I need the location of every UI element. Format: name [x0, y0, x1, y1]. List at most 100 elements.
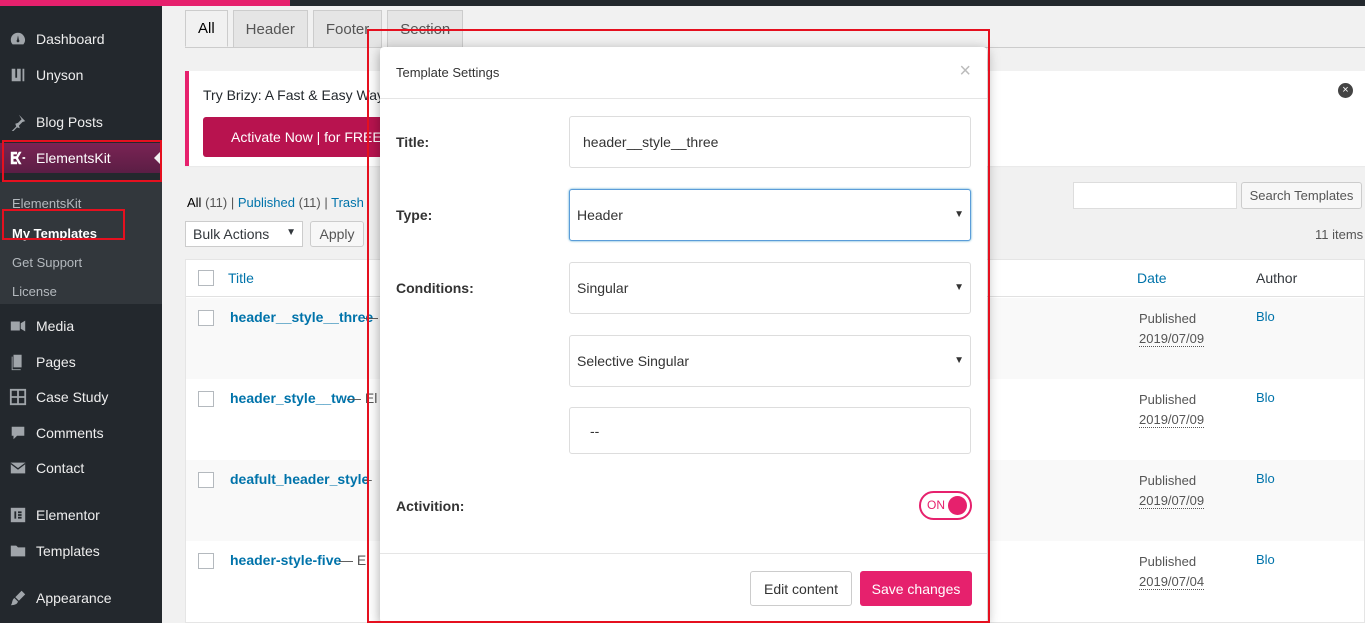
comment-icon [9, 424, 27, 442]
sidebar-item-media[interactable]: Media [0, 311, 162, 341]
sidebar-item-label: Appearance [36, 590, 112, 606]
column-date[interactable]: Date [1137, 270, 1167, 286]
singular-select[interactable]: Selective Singular ▼ [569, 335, 971, 387]
tab-header[interactable]: Header [232, 10, 308, 47]
row-date: 2019/07/04 [1139, 574, 1205, 590]
chevron-down-icon: ▼ [954, 282, 964, 293]
admin-top-bar [0, 0, 1365, 6]
sidebar-item-elementor[interactable]: Elementor [0, 500, 162, 530]
close-icon[interactable]: × [959, 61, 971, 81]
folder-icon [9, 542, 27, 560]
admin-sidebar: Dashboard Unyson Blog Posts ElementsKit … [0, 6, 162, 623]
row-author[interactable]: Blo [1256, 390, 1275, 405]
media-icon [9, 317, 27, 335]
submenu-item-elementskit[interactable]: ElementsKit [12, 196, 81, 211]
row-checkbox[interactable] [198, 310, 214, 326]
row-status: Published 2019/07/09 [1139, 390, 1205, 430]
chevron-down-icon: ▼ [954, 209, 964, 220]
sidebar-item-comments[interactable]: Comments [0, 418, 162, 448]
sidebar-item-dashboard[interactable]: Dashboard [0, 24, 162, 54]
sidebar-item-templates[interactable]: Templates [0, 536, 162, 566]
pages-icon [9, 353, 27, 371]
sidebar-item-unyson[interactable]: Unyson [0, 60, 162, 90]
sidebar-item-contact[interactable]: Contact [0, 453, 162, 483]
filter-published[interactable]: Published [238, 195, 295, 210]
row-status: Published 2019/07/04 [1139, 552, 1205, 592]
conditions-label: Conditions: [396, 280, 474, 296]
row-status: Published 2019/07/09 [1139, 309, 1205, 349]
sidebar-item-label: Templates [36, 543, 100, 559]
activation-label: Activition: [396, 498, 465, 514]
activate-now-button[interactable]: Activate Now | for FREE [203, 117, 383, 157]
title-label: Title: [396, 134, 430, 150]
row-checkbox[interactable] [198, 553, 214, 569]
tab-footer[interactable]: Footer [312, 10, 383, 47]
filter-all[interactable]: All [187, 195, 201, 210]
toggle-state: ON [927, 498, 945, 512]
sidebar-item-appearance[interactable]: Appearance [0, 583, 162, 613]
sidebar-item-label: Media [36, 318, 75, 334]
sidebar-item-blog-posts[interactable]: Blog Posts [0, 107, 162, 137]
row-author[interactable]: Blo [1256, 552, 1275, 567]
dismiss-icon[interactable]: × [1338, 83, 1353, 98]
row-author[interactable]: Blo [1256, 471, 1275, 486]
row-checkbox[interactable] [198, 391, 214, 407]
filter-trash[interactable]: Trash [331, 195, 364, 210]
row-title-suffix: — [364, 309, 378, 325]
template-settings-modal: Template Settings × Title: header__style… [380, 47, 987, 623]
activation-toggle[interactable]: ON [919, 491, 972, 520]
select-all-checkbox[interactable] [198, 270, 214, 286]
modal-header: Template Settings × [380, 47, 987, 99]
row-status: Published 2019/07/09 [1139, 471, 1205, 511]
sidebar-item-label: Comments [36, 425, 104, 441]
row-title-suffix: — El [347, 390, 378, 406]
title-input[interactable]: header__style__three [569, 116, 971, 168]
row-checkbox[interactable] [198, 472, 214, 488]
grid-icon [9, 388, 27, 406]
items-count: 11 items [1315, 227, 1364, 242]
tab-all[interactable]: All [185, 10, 228, 47]
save-changes-button[interactable]: Save changes [860, 571, 972, 606]
edit-content-button[interactable]: Edit content [750, 571, 852, 606]
conditions-select-value: Singular [577, 280, 629, 296]
pushpin-icon [9, 113, 27, 131]
singular-select-value: Selective Singular [577, 353, 690, 369]
apply-button[interactable]: Apply [310, 221, 364, 247]
submenu-item-get-support[interactable]: Get Support [12, 255, 82, 270]
search-input[interactable] [1073, 182, 1237, 209]
row-date: 2019/07/09 [1139, 493, 1205, 509]
row-title-suffix: — El [339, 552, 370, 568]
bulk-actions-select[interactable]: Bulk Actions ▼ [185, 221, 303, 247]
modal-title: Template Settings [396, 65, 500, 80]
sidebar-item-pages[interactable]: Pages [0, 347, 162, 377]
row-author[interactable]: Blo [1256, 309, 1275, 324]
column-author: Author [1256, 270, 1298, 286]
sidebar-item-case-study[interactable]: Case Study [0, 382, 162, 412]
status-filters: All (11) | Published (11) | Trash [187, 195, 364, 210]
row-status-text: Published [1139, 311, 1197, 326]
submenu-item-license[interactable]: License [12, 284, 57, 299]
row-title-link[interactable]: header__style__three [230, 309, 373, 325]
row-status-text: Published [1139, 473, 1197, 488]
tab-section[interactable]: Section [387, 10, 464, 47]
column-title[interactable]: Title [228, 270, 254, 286]
submenu-item-my-templates[interactable]: My Templates [12, 226, 97, 241]
type-select[interactable]: Header ▼ [569, 189, 971, 241]
search-templates-button[interactable]: Search Templates [1241, 182, 1362, 209]
filter-published-count: (11) [298, 195, 321, 210]
toggle-knob [948, 496, 967, 515]
row-title-link[interactable]: header_style__two [230, 390, 355, 406]
chevron-down-icon: ▼ [286, 227, 296, 238]
row-title-link[interactable]: header-style-five [230, 552, 341, 568]
sidebar-item-elementskit[interactable]: ElementsKit [0, 143, 162, 173]
type-label: Type: [396, 207, 433, 223]
conditions-select[interactable]: Singular ▼ [569, 262, 971, 314]
sidebar-item-label: Case Study [36, 389, 109, 405]
row-title-link[interactable]: deafult_header_style [230, 471, 369, 487]
template-type-tabs: All Header Footer Section [185, 10, 464, 47]
unyson-icon [9, 66, 27, 84]
modal-footer-divider [380, 553, 987, 554]
sidebar-item-label: Elementor [36, 507, 100, 523]
singular-item-select[interactable]: -- [569, 407, 971, 454]
type-select-value: Header [577, 207, 623, 223]
